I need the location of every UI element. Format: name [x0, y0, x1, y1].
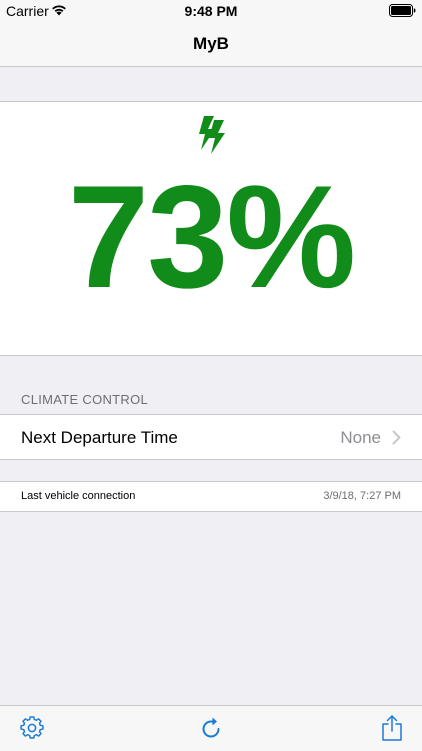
gear-icon [20, 716, 44, 739]
refresh-icon [202, 717, 220, 738]
battery-icon [389, 4, 416, 17]
status-time: 9:48 PM [184, 3, 238, 19]
last-connection-value: 3/9/18, 7:27 PM [323, 490, 401, 502]
share-icon [382, 715, 402, 741]
next-departure-row[interactable]: Next Departure Time None [0, 414, 422, 460]
page-title: MyB [193, 34, 229, 53]
next-departure-label: Next Departure Time [21, 428, 178, 447]
climate-control-header: CLIMATE CONTROL [21, 392, 149, 407]
last-connection-label: Last vehicle connection [21, 490, 136, 502]
share-button[interactable] [380, 714, 404, 742]
battery-charge-panel: 73% [0, 101, 422, 356]
last-connection-row: Last vehicle connection 3/9/18, 7:27 PM [0, 481, 422, 512]
bottom-toolbar [0, 705, 422, 751]
status-bar: Carrier 9:48 PM [0, 0, 422, 22]
next-departure-value: None [340, 428, 381, 447]
settings-button[interactable] [20, 716, 44, 740]
chevron-right-icon [392, 430, 401, 445]
refresh-button[interactable] [199, 716, 223, 740]
lightning-bolt-icon [199, 116, 225, 154]
navigation-bar: MyB [0, 22, 422, 67]
charge-percentage: 73% [67, 155, 356, 318]
